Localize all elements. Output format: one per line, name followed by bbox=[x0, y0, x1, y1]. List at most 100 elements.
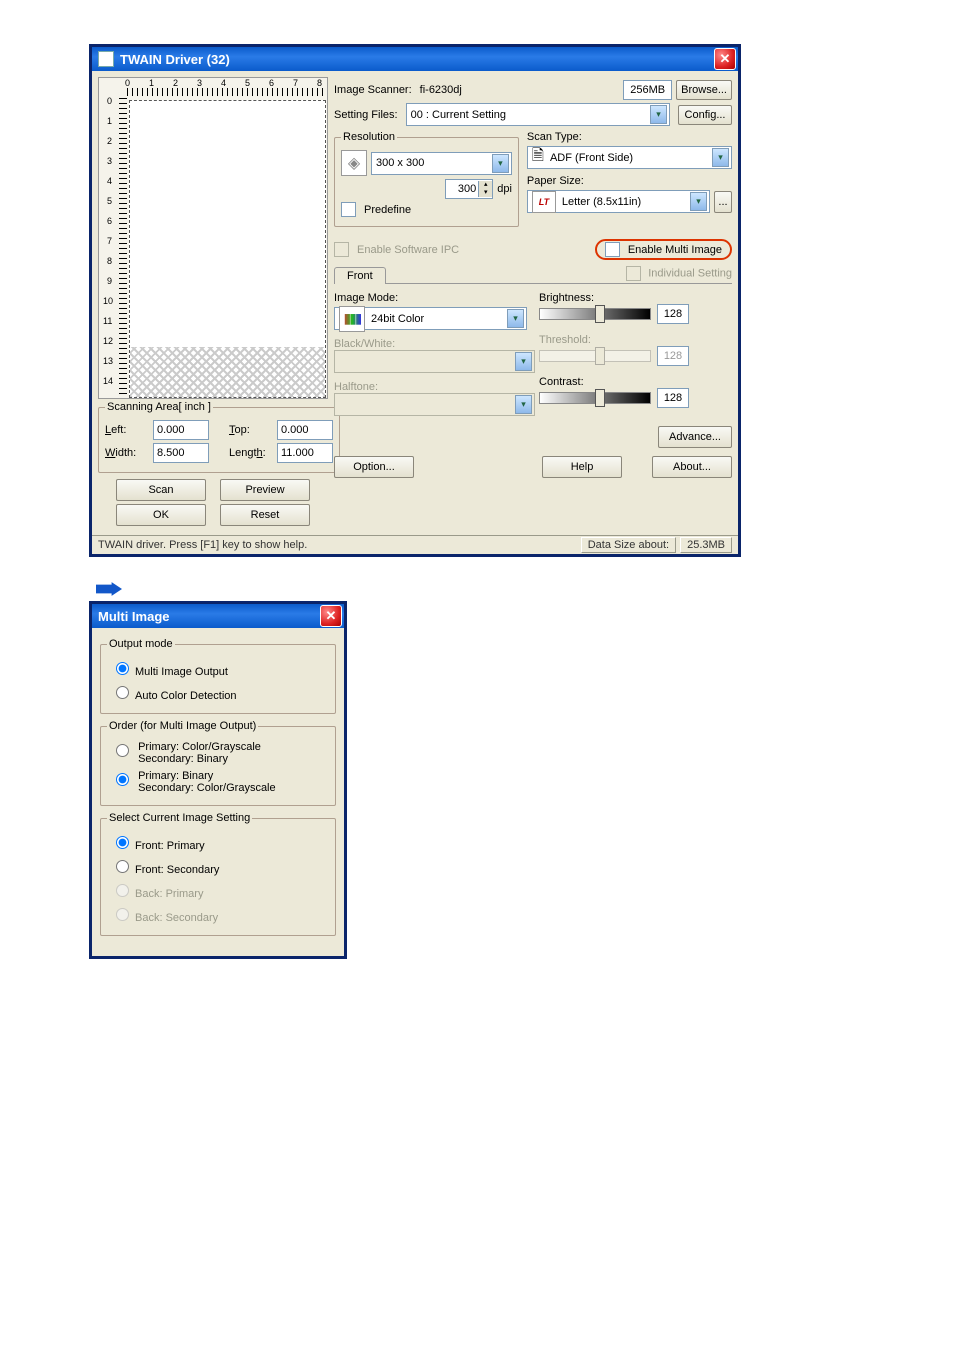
order-group: Order (for Multi Image Output) Primary: … bbox=[100, 720, 336, 806]
arrow-icon bbox=[96, 580, 122, 598]
left-column: 0 1 2 3 4 5 6 7 8 0 1 2 bbox=[98, 77, 328, 529]
order-color-first-radio[interactable]: Primary: Color/Grayscale Secondary: Bina… bbox=[111, 741, 329, 765]
titlebar: Multi Image ✕ bbox=[92, 604, 344, 628]
status-data-size: 25.3MB bbox=[680, 537, 732, 553]
preview-area[interactable]: 0 1 2 3 4 5 6 7 8 0 1 2 bbox=[98, 77, 328, 399]
scan-type-label: Scan Type: bbox=[527, 131, 582, 143]
halftone-label: Halftone: bbox=[334, 381, 527, 393]
paper-size-dropdown[interactable]: LT Letter (8.5x11in) bbox=[527, 190, 710, 213]
order-legend: Order (for Multi Image Output) bbox=[107, 720, 258, 732]
scanning-area-legend: Scanning Area[ inch ] bbox=[105, 401, 213, 413]
paper-size-label: Paper Size: bbox=[527, 175, 584, 187]
width-input[interactable] bbox=[153, 443, 209, 463]
image-scanner-value: fi-6230dj bbox=[420, 84, 462, 96]
adf-icon bbox=[532, 145, 544, 170]
individual-setting: Individual Setting bbox=[626, 266, 732, 281]
front-tab[interactable]: Front bbox=[334, 267, 386, 284]
top-label: Top: bbox=[229, 424, 273, 436]
left-label: Left: bbox=[105, 424, 149, 436]
scanning-area-group: Scanning Area[ inch ] Left: Top: Width: … bbox=[98, 401, 340, 473]
threshold-slider: 128 bbox=[539, 346, 732, 366]
dpi-spinner[interactable]: ▴▾ bbox=[445, 179, 493, 199]
image-mode-label: Image Mode: bbox=[334, 292, 527, 304]
app-icon bbox=[98, 51, 114, 67]
setting-files-dropdown[interactable]: 00 : Current Setting bbox=[406, 103, 670, 126]
enable-ipc-option: Enable Software IPC bbox=[334, 242, 459, 257]
ipc-checkbox bbox=[334, 242, 349, 257]
resolution-group: Resolution 300 x 300 ▴▾ bbox=[334, 131, 519, 227]
select-setting-group: Select Current Image Setting Front: Prim… bbox=[100, 812, 336, 936]
dpi-unit: dpi bbox=[497, 183, 512, 195]
top-input[interactable] bbox=[277, 420, 333, 440]
bw-dropdown bbox=[334, 350, 535, 373]
about-button[interactable]: About... bbox=[652, 456, 732, 478]
color-icon bbox=[339, 306, 365, 332]
help-button[interactable]: Help bbox=[542, 456, 622, 478]
bw-label: Black/White: bbox=[334, 338, 527, 350]
option-button[interactable]: Option... bbox=[334, 456, 414, 478]
halftone-dropdown bbox=[334, 393, 535, 416]
image-scanner-label: Image Scanner: bbox=[334, 84, 412, 96]
page-outline bbox=[129, 100, 326, 398]
config-button[interactable]: Config... bbox=[678, 105, 732, 125]
status-bar: TWAIN driver. Press [F1] key to show hel… bbox=[92, 535, 738, 554]
resolution-dropdown[interactable]: 300 x 300 bbox=[371, 152, 512, 175]
ok-button[interactable]: OK bbox=[116, 504, 206, 526]
reset-button[interactable]: Reset bbox=[220, 504, 310, 526]
close-icon[interactable]: ✕ bbox=[714, 48, 736, 70]
spin-up-icon[interactable]: ▴ bbox=[478, 181, 492, 189]
status-data-label: Data Size about: bbox=[581, 537, 676, 553]
advance-button[interactable]: Advance... bbox=[658, 426, 732, 448]
resolution-label: Resolution bbox=[341, 131, 397, 143]
length-input[interactable] bbox=[277, 443, 333, 463]
enable-multi-checkbox[interactable] bbox=[605, 242, 620, 257]
chevron-down-icon bbox=[507, 309, 524, 328]
titlebar: TWAIN Driver (32) ✕ bbox=[92, 47, 738, 71]
chevron-down-icon bbox=[690, 192, 707, 211]
right-column: Image Scanner: fi-6230dj 256MB Browse...… bbox=[334, 77, 732, 529]
letter-icon: LT bbox=[532, 191, 556, 213]
ruler-vertical: 0 1 2 3 4 5 6 7 8 9 10 11 12 13 bbox=[113, 98, 127, 396]
resolution-icon bbox=[341, 150, 367, 176]
length-label: Length: bbox=[229, 447, 273, 459]
brightness-slider[interactable]: 128 bbox=[539, 304, 732, 324]
order-binary-first-radio[interactable]: Primary: Binary Secondary: Color/Graysca… bbox=[111, 770, 329, 794]
twain-driver-window: TWAIN Driver (32) ✕ 0 1 2 3 4 5 6 7 bbox=[90, 45, 740, 556]
window-title: TWAIN Driver (32) bbox=[120, 52, 230, 67]
select-front-primary-radio[interactable]: Front: Primary bbox=[111, 833, 329, 852]
chevron-down-icon bbox=[492, 154, 509, 173]
paper-more-button[interactable]: ... bbox=[714, 191, 732, 213]
chevron-down-icon bbox=[712, 148, 729, 167]
spin-down-icon[interactable]: ▾ bbox=[478, 189, 492, 197]
select-front-secondary-radio[interactable]: Front: Secondary bbox=[111, 857, 329, 876]
chevron-down-icon bbox=[515, 352, 532, 371]
browse-button[interactable]: Browse... bbox=[676, 80, 732, 100]
select-back-secondary-radio: Back: Secondary bbox=[111, 905, 329, 924]
width-label: Width: bbox=[105, 447, 149, 459]
ruler-horizontal: 0 1 2 3 4 5 6 7 8 bbox=[127, 78, 325, 98]
select-setting-legend: Select Current Image Setting bbox=[107, 812, 252, 824]
threshold-label: Threshold: bbox=[539, 334, 732, 346]
contrast-slider[interactable]: 128 bbox=[539, 388, 732, 408]
enable-multi-label: Enable Multi Image bbox=[628, 244, 722, 256]
predefine-checkbox[interactable] bbox=[341, 202, 356, 217]
setting-files-label: Setting Files: bbox=[334, 109, 398, 121]
output-autocolor-radio[interactable]: Auto Color Detection bbox=[111, 683, 329, 702]
brightness-label: Brightness: bbox=[539, 292, 732, 304]
output-multi-radio[interactable]: Multi Image Output bbox=[111, 659, 329, 678]
status-help: TWAIN driver. Press [F1] key to show hel… bbox=[98, 539, 307, 551]
close-icon[interactable]: ✕ bbox=[320, 605, 342, 627]
window-title: Multi Image bbox=[98, 609, 170, 624]
left-input[interactable] bbox=[153, 420, 209, 440]
hatching bbox=[130, 347, 325, 397]
chevron-down-icon bbox=[515, 395, 532, 414]
output-mode-group: Output mode Multi Image Output Auto Colo… bbox=[100, 638, 336, 714]
preview-button[interactable]: Preview bbox=[220, 479, 310, 501]
scan-type-dropdown[interactable]: ADF (Front Side) bbox=[527, 146, 732, 169]
image-mode-dropdown[interactable]: 24bit Color bbox=[334, 307, 527, 330]
select-back-primary-radio: Back: Primary bbox=[111, 881, 329, 900]
enable-multi-highlight: Enable Multi Image bbox=[595, 239, 732, 260]
predefine-label: Predefine bbox=[364, 204, 411, 216]
multi-image-window: Multi Image ✕ Output mode Multi Image Ou… bbox=[90, 602, 346, 958]
scan-button[interactable]: Scan bbox=[116, 479, 206, 501]
